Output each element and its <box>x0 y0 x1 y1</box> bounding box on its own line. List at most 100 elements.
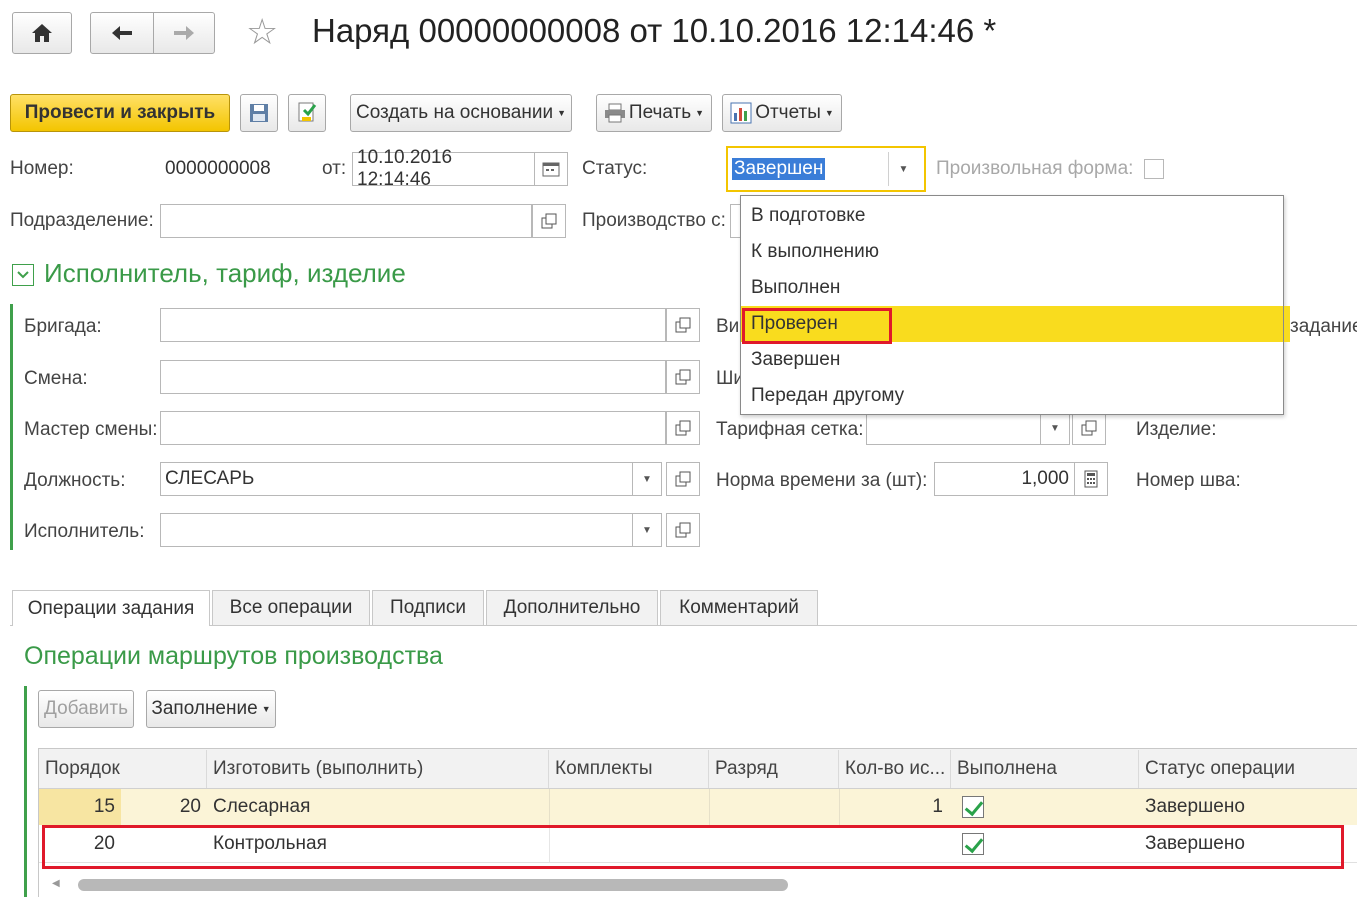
favorite-star-icon[interactable]: ☆ <box>246 12 286 52</box>
col-produce[interactable]: Изготовить (выполнить) <box>207 750 549 788</box>
shift-field[interactable] <box>160 360 666 394</box>
chevron-down-icon: ▼ <box>557 108 567 118</box>
collapse-toggle[interactable] <box>12 264 34 286</box>
free-form-checkbox[interactable] <box>1144 159 1164 179</box>
row-rank <box>709 789 839 825</box>
executor-dropdown-button[interactable]: ▼ <box>632 513 662 547</box>
position-value: СЛЕСАРЬ <box>165 468 255 489</box>
reports-chart-icon <box>730 102 752 124</box>
reports-button[interactable]: Отчеты ▼ <box>722 94 842 132</box>
horizontal-scrollbar[interactable] <box>78 879 788 891</box>
position-field[interactable]: СЛЕСАРЬ <box>160 462 634 496</box>
date-value: 10.10.2016 12:14:46 <box>357 147 453 190</box>
executor-open-button[interactable] <box>666 513 700 547</box>
open-form-icon <box>541 213 557 229</box>
division-open-button[interactable] <box>532 204 566 238</box>
shift-master-field[interactable] <box>160 411 666 445</box>
number-field[interactable]: 0000000008 <box>160 152 308 186</box>
division-label: Подразделение: <box>10 210 154 231</box>
document-post-icon <box>298 102 317 122</box>
print-button[interactable]: Печать ▼ <box>596 94 712 132</box>
col-done[interactable]: Выполнена <box>951 750 1139 788</box>
arrow-right-icon <box>174 26 194 40</box>
chevron-down-icon: ▼ <box>898 163 909 175</box>
tab-comment[interactable]: Комментарий <box>660 590 818 625</box>
forward-button[interactable] <box>153 12 215 54</box>
task-label-partial: задание <box>1290 316 1357 337</box>
save-button[interactable] <box>240 94 278 132</box>
status-value: Завершен <box>732 158 826 180</box>
page-title: Наряд 00000000008 от 10.10.2016 12:14:46… <box>312 12 997 49</box>
calculator-button[interactable] <box>1074 462 1108 496</box>
open-form-icon <box>675 471 691 487</box>
col-order[interactable]: Порядок <box>39 750 207 788</box>
shift-master-open-button[interactable] <box>666 411 700 445</box>
time-norm-field[interactable]: 1,000 <box>934 462 1076 496</box>
open-form-icon <box>1081 420 1097 436</box>
post-and-close-button[interactable]: Провести и закрыть <box>10 94 230 132</box>
post-button[interactable] <box>288 94 326 132</box>
print-label: Печать <box>628 102 692 123</box>
brigade-field[interactable] <box>160 308 666 342</box>
position-dropdown-button[interactable]: ▼ <box>632 462 662 496</box>
status-option-executed[interactable]: Выполнен <box>744 270 840 306</box>
col-status[interactable]: Статус операции <box>1139 750 1357 788</box>
row-name: Слесарная <box>213 796 311 817</box>
tab-signatures[interactable]: Подписи <box>372 590 484 625</box>
time-norm-label: Норма времени за (шт): <box>716 470 928 491</box>
executor-field[interactable] <box>160 513 634 547</box>
row-done-checkbox[interactable] <box>962 796 984 818</box>
floppy-disk-icon <box>250 104 268 122</box>
col-sets[interactable]: Комплекты <box>549 750 709 788</box>
tariff-grid-open-button[interactable] <box>1072 411 1106 445</box>
tariff-grid-field[interactable] <box>866 411 1042 445</box>
tab-additional[interactable]: Дополнительно <box>486 590 658 625</box>
calendar-icon <box>542 162 560 177</box>
seam-number-label: Номер шва: <box>1136 470 1241 491</box>
operations-line <box>24 686 27 897</box>
position-open-button[interactable] <box>666 462 700 496</box>
reports-label: Отчеты <box>755 102 821 123</box>
division-field[interactable] <box>160 204 532 238</box>
back-button[interactable] <box>90 12 154 54</box>
kind-label-partial: Ви <box>716 316 740 337</box>
status-label: Статус: <box>582 158 648 179</box>
calendar-button[interactable] <box>534 152 568 186</box>
chevron-down-icon: ▼ <box>695 108 705 118</box>
executor-label: Исполнитель: <box>24 521 145 542</box>
fill-label: Заполнение <box>151 698 258 719</box>
status-option-in-preparation[interactable]: В подготовке <box>744 198 865 234</box>
free-form-label: Произвольная форма: <box>936 158 1134 179</box>
col-rank[interactable]: Разряд <box>709 750 839 788</box>
chevron-down-icon: ▼ <box>642 524 652 536</box>
calculator-icon <box>1084 470 1098 488</box>
tab-task-operations[interactable]: Операции задания <box>12 590 210 626</box>
chevron-down-icon <box>17 271 29 279</box>
status-dropdown-button[interactable]: ▼ <box>888 152 918 186</box>
status-option-highlight-extension <box>1284 306 1290 342</box>
position-label: Должность: <box>24 470 126 491</box>
status-option-to-execute[interactable]: К выполнению <box>744 234 879 270</box>
shift-open-button[interactable] <box>666 360 700 394</box>
row-quantity: 1 <box>839 789 951 825</box>
status-option-completed[interactable]: Завершен <box>744 342 840 378</box>
shift-label: Смена: <box>24 368 88 389</box>
brigade-open-button[interactable] <box>666 308 700 342</box>
add-button[interactable]: Добавить <box>38 690 134 728</box>
scroll-left-arrow[interactable]: ◀ <box>52 878 60 889</box>
tariff-grid-dropdown-button[interactable]: ▼ <box>1040 411 1070 445</box>
section-executor-line <box>10 304 13 550</box>
home-icon <box>32 24 52 42</box>
fill-button[interactable]: Заполнение ▼ <box>146 690 276 728</box>
tariff-grid-label: Тарифная сетка: <box>716 419 864 440</box>
open-form-icon <box>675 369 691 385</box>
tab-all-operations[interactable]: Все операции <box>212 590 370 625</box>
product-label: Изделие: <box>1136 419 1217 440</box>
col-quantity[interactable]: Кол-во ис... <box>839 750 951 788</box>
create-based-on-button[interactable]: Создать на основании ▼ <box>350 94 572 132</box>
status-option-transferred[interactable]: Передан другому <box>744 378 904 414</box>
open-form-icon <box>675 317 691 333</box>
home-button[interactable] <box>12 12 72 54</box>
production-from-field-edge[interactable] <box>730 204 740 238</box>
create-based-on-label: Создать на основании <box>355 102 554 123</box>
